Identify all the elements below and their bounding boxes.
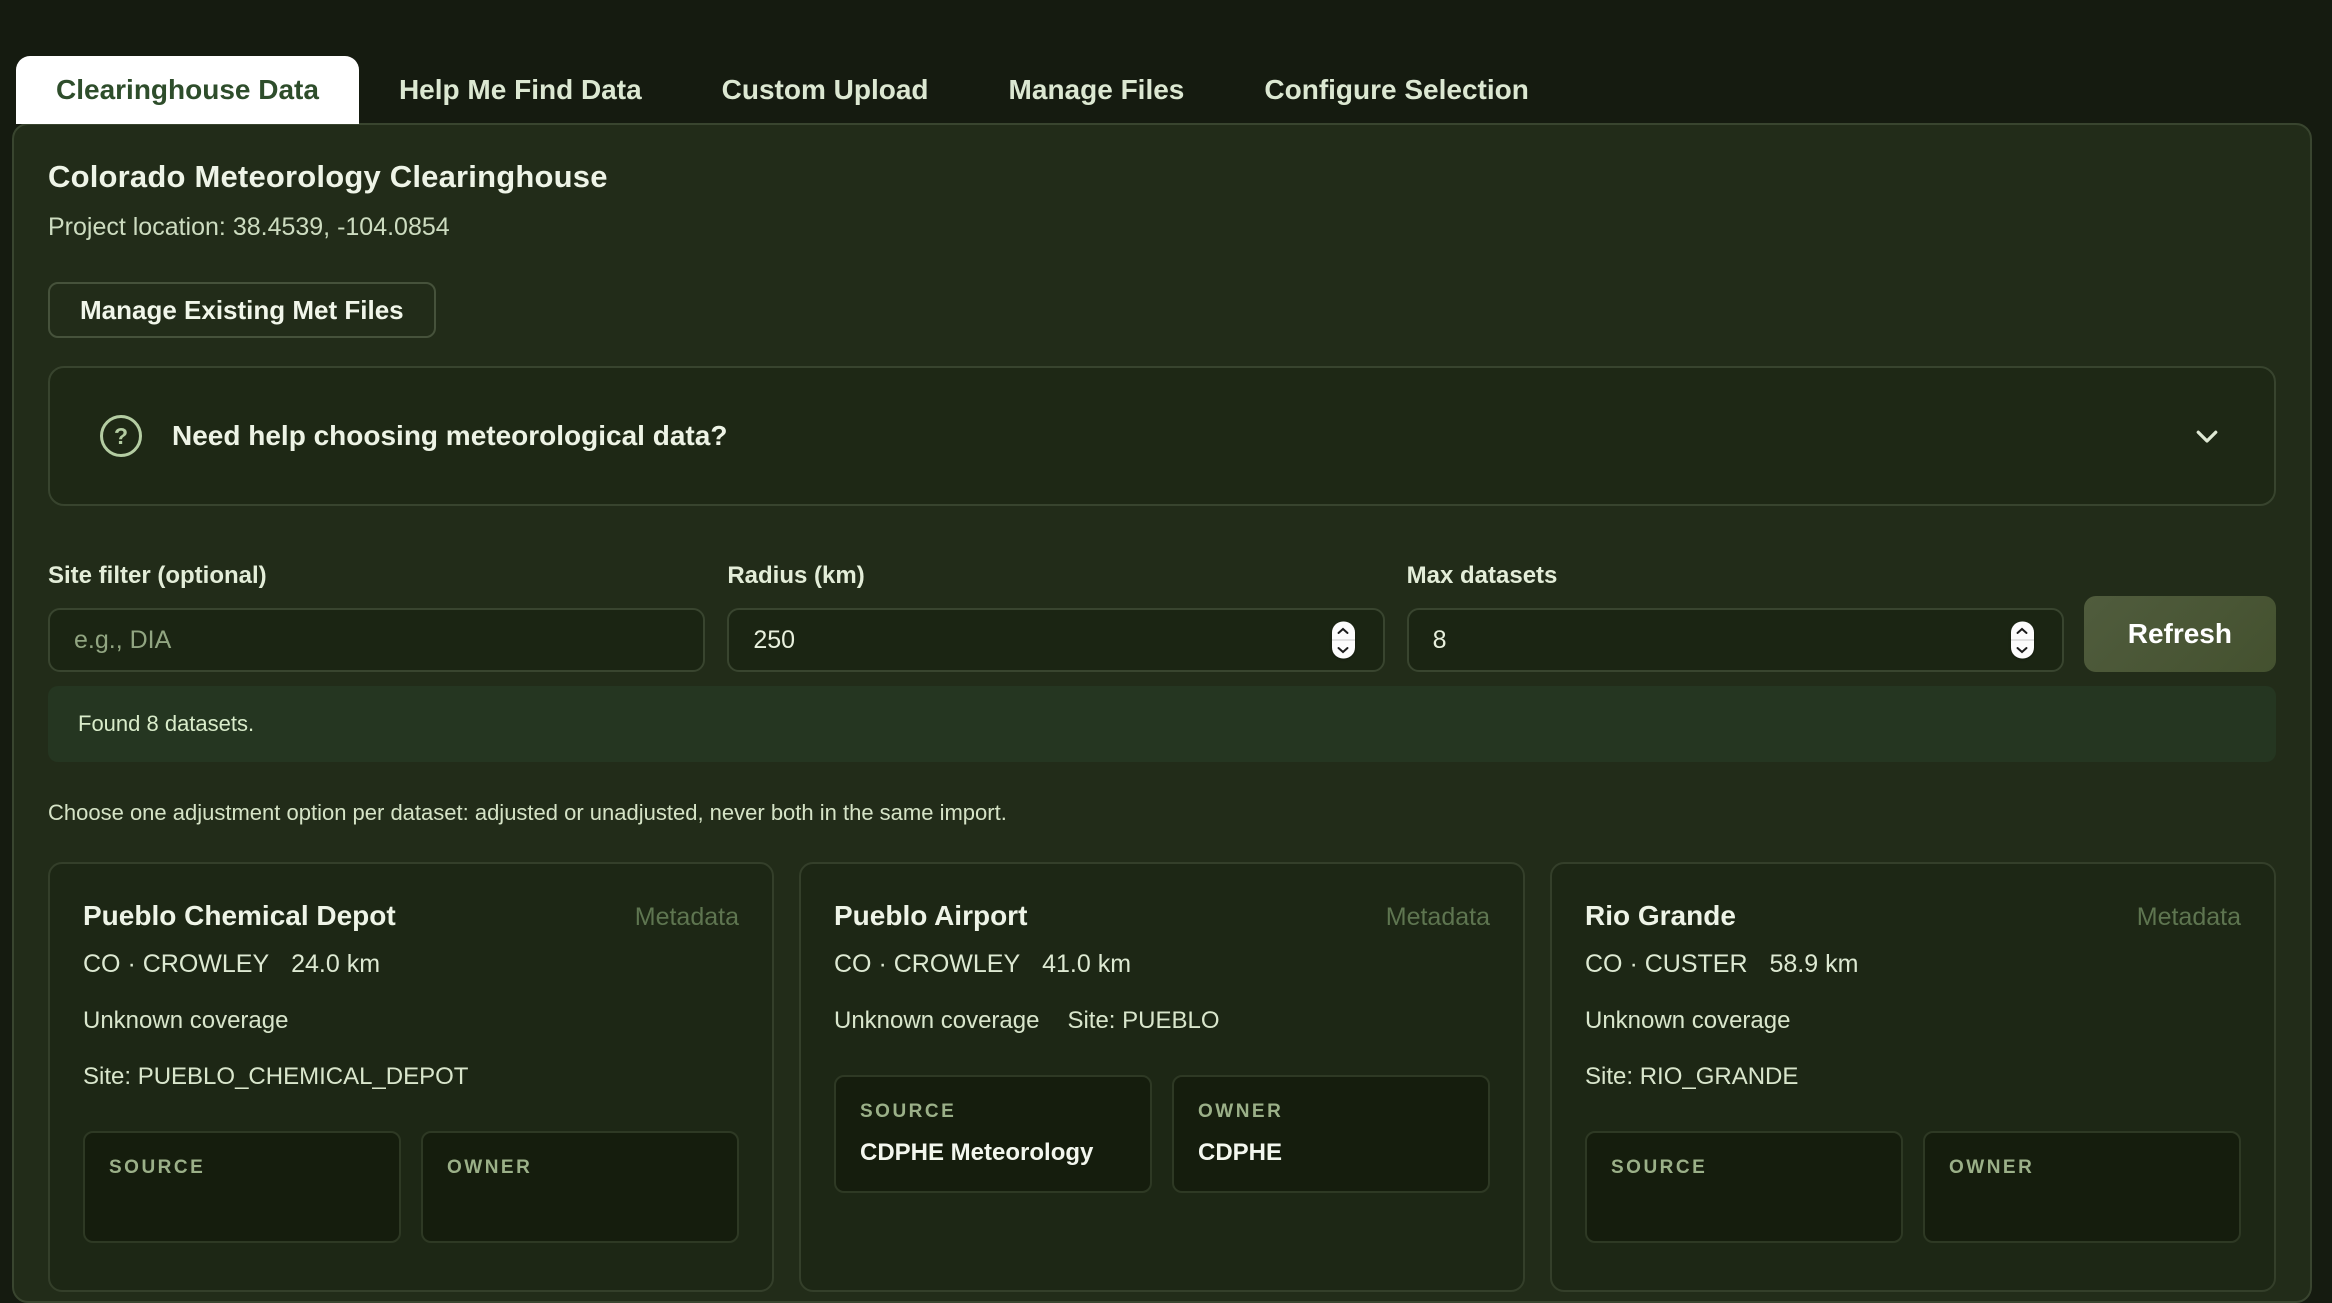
owner-box: OWNER [1923,1131,2241,1243]
source-box: SOURCE [83,1131,401,1243]
stepper-up-icon[interactable] [1332,622,1355,641]
dataset-site: Site: RIO_GRANDE [1585,1063,1798,1091]
max-datasets-stepper[interactable] [2011,622,2034,659]
dataset-distance: 58.9 km [1770,950,1859,979]
dataset-region: CO · CUSTER [1585,950,1748,979]
dataset-title: Pueblo Chemical Depot [83,900,396,932]
site-filter-label: Site filter (optional) [48,562,705,590]
radius-label: Radius (km) [727,562,1384,590]
max-datasets-field: Max datasets [1407,562,2064,672]
question-circle-icon: ? [100,415,142,457]
dataset-card-pueblo-airport: Pueblo Airport Metadata CO · CROWLEY 41.… [799,862,1525,1292]
chevron-down-icon[interactable] [2190,419,2224,453]
owner-label: OWNER [1949,1157,2215,1179]
dataset-title: Rio Grande [1585,900,1736,932]
dataset-site: Site: PUEBLO [1067,1007,1219,1035]
radius-stepper[interactable] [1332,622,1355,659]
site-filter-input[interactable] [48,608,705,672]
filter-row: Site filter (optional) Radius (km) [48,562,2276,672]
project-location: Project location: 38.4539, -104.0854 [48,213,2276,242]
dataset-region: CO · CROWLEY [834,950,1020,979]
metadata-link[interactable]: Metadata [635,903,739,932]
owner-label: OWNER [447,1157,713,1179]
site-filter-field: Site filter (optional) [48,562,705,672]
results-status-text: Found 8 datasets. [78,711,254,737]
source-box: SOURCE CDPHE Meteorology [834,1075,1152,1193]
manage-existing-met-files-button[interactable]: Manage Existing Met Files [48,282,436,338]
help-accordion-title: Need help choosing meteorological data? [172,420,2190,452]
radius-input[interactable] [727,608,1384,672]
owner-value: CDPHE [1198,1139,1464,1167]
source-label: SOURCE [1611,1157,1877,1179]
dataset-coverage: Unknown coverage [83,1007,288,1035]
tab-help-me-find-data[interactable]: Help Me Find Data [359,56,682,124]
dataset-card-pueblo-chemical-depot: Pueblo Chemical Depot Metadata CO · CROW… [48,862,774,1292]
dataset-site: Site: PUEBLO_CHEMICAL_DEPOT [83,1063,468,1091]
metadata-link[interactable]: Metadata [2137,903,2241,932]
owner-box: OWNER CDPHE [1172,1075,1490,1193]
help-accordion[interactable]: ? Need help choosing meteorological data… [48,366,2276,506]
dataset-region: CO · CROWLEY [83,950,269,979]
stepper-up-icon[interactable] [2011,622,2034,641]
tab-bar: Clearinghouse Data Help Me Find Data Cus… [12,0,1569,124]
tab-manage-files[interactable]: Manage Files [969,56,1225,124]
dataset-card-rio-grande: Rio Grande Metadata CO · CUSTER 58.9 km … [1550,862,2276,1292]
adjustment-note: Choose one adjustment option per dataset… [48,800,2276,826]
dataset-title: Pueblo Airport [834,900,1027,932]
max-datasets-label: Max datasets [1407,562,2064,590]
owner-label: OWNER [1198,1101,1464,1123]
radius-field: Radius (km) [727,562,1384,672]
results-status: Found 8 datasets. [48,686,2276,762]
max-datasets-input[interactable] [1407,608,2064,672]
source-value: CDPHE Meteorology [860,1139,1126,1167]
dataset-coverage: Unknown coverage [1585,1007,1790,1035]
dataset-card-grid: Pueblo Chemical Depot Metadata CO · CROW… [48,862,2276,1292]
dataset-distance: 41.0 km [1042,950,1131,979]
dataset-coverage: Unknown coverage [834,1007,1039,1035]
dataset-distance: 24.0 km [291,950,380,979]
tab-configure-selection[interactable]: Configure Selection [1224,56,1568,124]
refresh-button[interactable]: Refresh [2084,596,2276,672]
tab-clearinghouse-data[interactable]: Clearinghouse Data [16,56,359,124]
source-label: SOURCE [860,1101,1126,1123]
clearinghouse-panel: Colorado Meteorology Clearinghouse Proje… [12,123,2312,1303]
owner-box: OWNER [421,1131,739,1243]
source-label: SOURCE [109,1157,375,1179]
source-box: SOURCE [1585,1131,1903,1243]
page-title: Colorado Meteorology Clearinghouse [48,159,2276,195]
tab-custom-upload[interactable]: Custom Upload [682,56,969,124]
metadata-link[interactable]: Metadata [1386,903,1490,932]
